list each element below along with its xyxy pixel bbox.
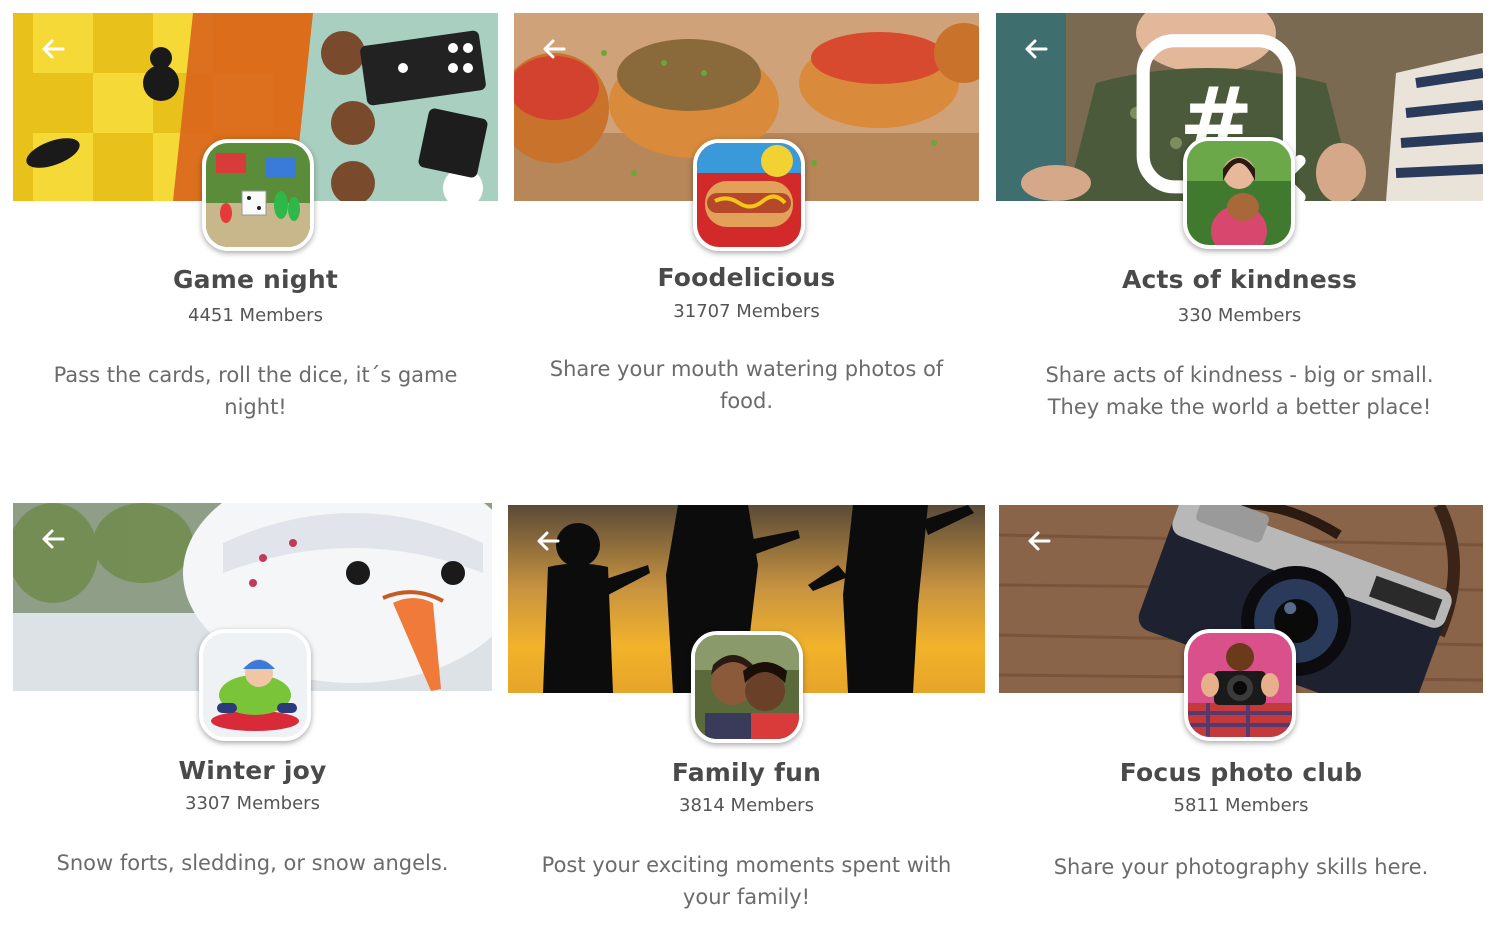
group-card-game-night[interactable]: Game night 4451 Members Pass the cards, … xyxy=(13,13,498,433)
group-member-count: 3814 Members xyxy=(679,795,814,816)
group-title[interactable]: Acts of kindness xyxy=(996,265,1483,294)
back-arrow-icon[interactable] xyxy=(39,525,67,553)
group-avatar-acts-of-kindness xyxy=(1183,137,1295,249)
group-description: Share your photography skills here. xyxy=(1053,855,1429,879)
group-description: Share your mouth watering photos of food… xyxy=(549,357,944,413)
group-card-winter-joy[interactable]: Winter joy 3307 Members Snow forts, sled… xyxy=(13,503,492,923)
group-title[interactable]: Foodelicious xyxy=(514,263,979,292)
group-member-count: 31707 Members xyxy=(673,301,820,322)
group-avatar-family-fun xyxy=(691,631,803,743)
group-member-count: 3307 Members xyxy=(185,793,320,814)
group-description: Snow forts, sledding, or snow angels. xyxy=(56,851,449,875)
group-card-acts-of-kindness[interactable]: # Acts of kindness 330 Members Share act… xyxy=(996,13,1483,433)
group-card-foodelicious[interactable]: Foodelicious 31707 Members Share your mo… xyxy=(514,13,979,433)
group-card-family-fun[interactable]: Family fun 3814 Members Post your exciti… xyxy=(508,505,985,925)
group-description: Share acts of kindness - big or small. T… xyxy=(1045,363,1434,419)
group-title[interactable]: Family fun xyxy=(508,758,985,787)
group-member-count: 4451 Members xyxy=(188,305,323,326)
back-arrow-icon[interactable] xyxy=(1025,527,1053,555)
group-member-count: 330 Members xyxy=(1177,305,1302,326)
group-avatar-winter-joy xyxy=(199,629,311,741)
group-description: Pass the cards, roll the dice, it´s game… xyxy=(53,363,458,419)
group-member-count: 5811 Members xyxy=(1173,795,1309,816)
back-arrow-icon[interactable] xyxy=(540,35,568,63)
group-avatar-foodelicious xyxy=(693,139,805,251)
group-title[interactable]: Winter joy xyxy=(13,756,492,785)
group-description: Post your exciting moments spent with yo… xyxy=(541,853,952,909)
group-title[interactable]: Game night xyxy=(13,265,498,294)
back-arrow-icon[interactable] xyxy=(39,35,67,63)
group-avatar-game-night xyxy=(202,139,314,251)
group-card-focus-photo-club[interactable]: Focus photo club 5811 Members Share your… xyxy=(999,505,1483,925)
group-title[interactable]: Focus photo club xyxy=(999,758,1483,787)
back-arrow-icon[interactable] xyxy=(534,527,562,555)
group-avatar-focus-photo-club xyxy=(1184,629,1296,741)
